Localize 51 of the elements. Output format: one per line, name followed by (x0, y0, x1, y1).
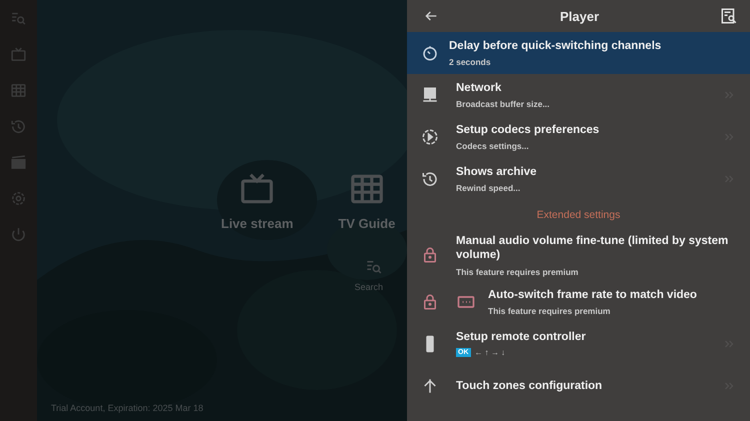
section-header: Extended settings (536, 209, 620, 221)
item-title: Setup codecs preferences (456, 122, 600, 138)
sidebar-item[interactable] (10, 226, 27, 243)
arrow-keys: ← ↑ → ↓ (474, 348, 506, 358)
item-subtitle: This feature requires premium (456, 266, 580, 277)
monitor-play-icon (421, 86, 439, 104)
search-list-icon (10, 10, 27, 27)
tv-icon (10, 46, 27, 63)
item-subtitle: This feature requires premium (488, 306, 612, 316)
item-title: Delay before quick-switching channels (449, 38, 662, 54)
item-title: Network (456, 80, 502, 96)
account-status: Trial Account, Expiration: 2025 Mar 18 (51, 403, 204, 413)
item-title: Manual audio volume fine-tune (limited by system volume) (456, 234, 730, 263)
item-subtitle: Rewind speed... (456, 183, 522, 194)
panel-title: Player (560, 8, 600, 24)
search-button[interactable] (720, 7, 738, 25)
timer-icon (421, 44, 439, 62)
item-subtitle: Broadcast buffer size... (456, 99, 551, 110)
settings-icon (10, 190, 27, 207)
tile-label: TV Guide (338, 216, 396, 231)
sidebar-item[interactable] (10, 118, 27, 135)
sidebar-item[interactable] (10, 10, 27, 27)
grid-icon (10, 82, 27, 99)
settings-item[interactable]: Setup codecs preferences Codecs settings... (407, 116, 750, 158)
history-icon (421, 170, 439, 188)
lock-icon (421, 246, 439, 264)
tile-label: Live stream (221, 216, 294, 231)
settings-item[interactable]: Manual audio volume fine-tune (limited by system volume) This feature requires premium (407, 230, 750, 281)
sidebar-item[interactable] (10, 154, 27, 171)
settings-item[interactable]: Shows archive Rewind speed... (407, 158, 750, 200)
search-list-icon[interactable] (365, 258, 383, 276)
power-icon (10, 226, 27, 243)
play-circle-icon (421, 128, 439, 146)
lock-icon (421, 292, 439, 311)
settings-item[interactable]: Touch zones configuration (407, 364, 750, 407)
search-list-icon (720, 7, 738, 25)
clapper-icon (10, 154, 27, 171)
item-title: Setup remote controller (456, 330, 587, 344)
settings-item[interactable]: Network Broadcast buffer size... (407, 74, 750, 116)
item-title: Touch zones configuration (456, 378, 604, 393)
item-title: Shows archive (456, 164, 538, 180)
item-title: Auto-switch frame rate to match video (488, 288, 698, 302)
settings-item[interactable]: Auto-switch frame rate to match video This feature requires premium (407, 280, 750, 323)
settings-item[interactable]: Delay before quick-switching channels 2 seconds (407, 32, 750, 74)
item-subtitle: Codecs settings... (456, 141, 530, 152)
item-subtitle: 2 seconds (449, 57, 492, 68)
search-label: Search (354, 282, 383, 292)
sidebar-item[interactable] (10, 46, 27, 63)
history-icon (10, 118, 27, 135)
sidebar-item[interactable] (10, 82, 27, 99)
sidebar-item[interactable] (10, 190, 27, 207)
